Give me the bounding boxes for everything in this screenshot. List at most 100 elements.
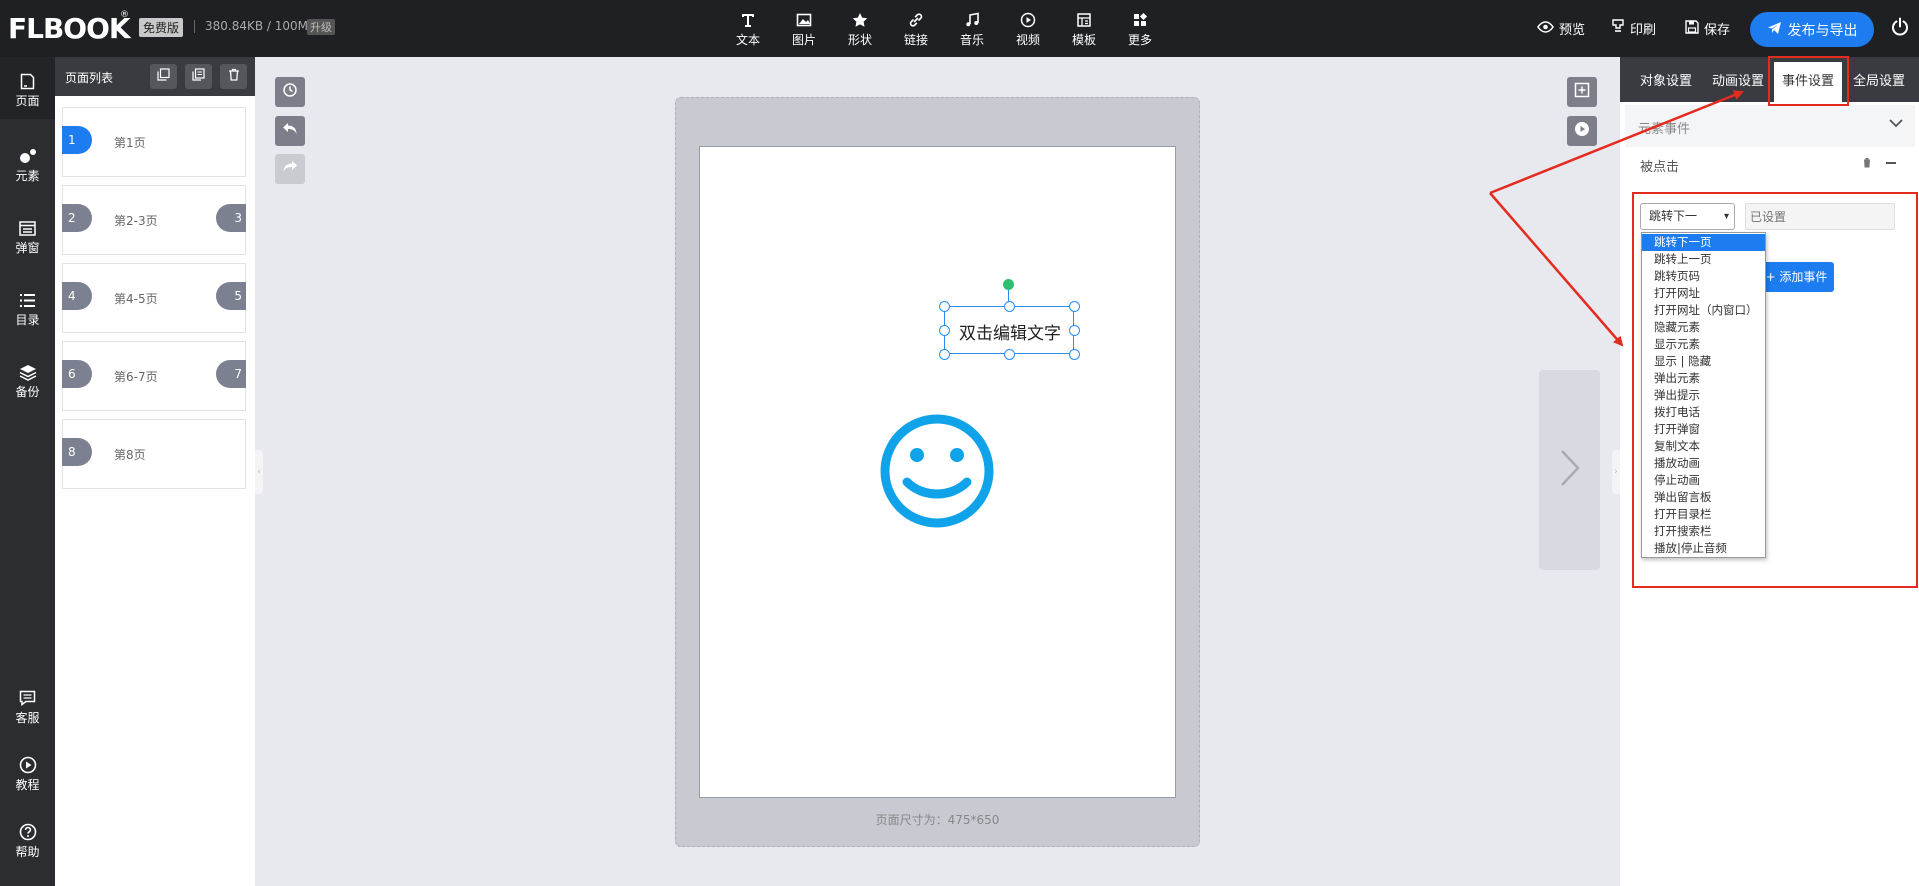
paste-page-button[interactable]	[185, 64, 212, 89]
power-icon[interactable]	[1890, 17, 1910, 41]
resize-handle-top[interactable]	[1004, 301, 1015, 312]
smiley-face-element[interactable]	[879, 413, 995, 529]
add-page-icon	[1574, 82, 1590, 102]
chevron-right-icon	[1560, 449, 1580, 491]
resize-handle-right[interactable]	[1069, 325, 1080, 336]
annotation-box-event-tab	[1768, 56, 1849, 106]
redo-icon	[282, 160, 298, 178]
page-card-4-5[interactable]: 4 第4-5页 5	[62, 263, 246, 333]
save-label: 保存	[1704, 23, 1731, 38]
collapse-left-panel-handle[interactable]: ‹	[255, 450, 263, 494]
nav-item-help[interactable]: 帮助	[0, 821, 55, 860]
tool-label: 更多	[1127, 33, 1152, 47]
undo-icon	[282, 122, 298, 140]
page-number-left: 1	[62, 126, 92, 154]
document-copy-icon	[192, 68, 205, 85]
nav-item-popup[interactable]: 弹窗	[0, 217, 55, 256]
resize-handle-bottom-left[interactable]	[939, 349, 950, 360]
tool-label: 音乐	[959, 33, 984, 47]
tool-more-button[interactable]: 更多	[1112, 10, 1168, 48]
list-icon	[0, 289, 55, 311]
page-card-label: 第6-7页	[114, 370, 158, 384]
save-button[interactable]: 保存	[1685, 19, 1730, 38]
tool-link-button[interactable]: 链接	[888, 10, 944, 48]
rotate-handle[interactable]	[1003, 279, 1014, 290]
nav-label: 客服	[15, 711, 40, 725]
tab-object-settings[interactable]: 对象设置	[1640, 70, 1692, 89]
tool-label: 链接	[903, 33, 928, 47]
resize-handle-top-right[interactable]	[1069, 301, 1080, 312]
text-icon	[720, 10, 776, 30]
page-card-1[interactable]: 1 第1页	[62, 107, 246, 177]
preview-button[interactable]: 预览	[1537, 19, 1585, 38]
tool-image-button[interactable]: 图片	[776, 10, 832, 48]
chevron-down-icon[interactable]	[1889, 117, 1903, 132]
top-bar: FLBOOK ® 免费版 380.84KB / 100M 升级 文本 图片 形状…	[0, 0, 1919, 57]
nav-label: 帮助	[15, 845, 40, 859]
tool-template-button[interactable]: 模板	[1056, 10, 1112, 48]
print-button[interactable]: 印刷	[1611, 19, 1656, 38]
tool-music-button[interactable]: 音乐	[944, 10, 1000, 48]
nav-item-elements[interactable]: 元素	[0, 145, 55, 184]
delete-event-icon[interactable]	[1862, 157, 1872, 172]
tool-label: 视频	[1015, 33, 1040, 47]
history-button[interactable]	[275, 77, 305, 107]
nav-item-contents[interactable]: 目录	[0, 289, 55, 328]
nav-item-page[interactable]: 页面	[0, 57, 55, 119]
storage-usage: 380.84KB / 100M	[205, 19, 309, 33]
collapse-right-panel-handle[interactable]: ›	[1612, 450, 1620, 494]
event-trigger-label: 被点击	[1640, 160, 1680, 175]
tool-label: 模板	[1071, 33, 1096, 47]
copy-icon	[157, 68, 170, 85]
tool-label: 图片	[791, 33, 816, 47]
nav-label: 页面	[15, 94, 40, 108]
left-nav: 页面 元素 弹窗 目录 备份 客服 教程 帮助	[0, 57, 55, 886]
page-card-label: 第1页	[114, 136, 146, 150]
tool-video-button[interactable]: 视频	[1000, 10, 1056, 48]
delete-page-button[interactable]	[220, 64, 247, 89]
resize-handle-bottom-right[interactable]	[1069, 349, 1080, 360]
resize-handle-left[interactable]	[939, 325, 950, 336]
page-card-6-7[interactable]: 6 第6-7页 7	[62, 341, 246, 411]
publish-export-button[interactable]: 发布与导出	[1750, 12, 1874, 47]
tab-animation-settings[interactable]: 动画设置	[1712, 70, 1764, 89]
redo-button[interactable]	[275, 154, 305, 184]
undo-button[interactable]	[275, 116, 305, 146]
tab-global-settings[interactable]: 全局设置	[1853, 70, 1905, 89]
page-icon	[0, 70, 55, 92]
app-logo[interactable]: FLBOOK	[8, 12, 131, 45]
resize-handle-bottom[interactable]	[1004, 349, 1015, 360]
tool-text-button[interactable]: 文本	[720, 10, 776, 48]
copy-page-button[interactable]	[150, 64, 177, 89]
page-card-8[interactable]: 8 第8页	[62, 419, 246, 489]
history-icon	[282, 82, 298, 102]
resize-handle-top-left[interactable]	[939, 301, 950, 312]
edition-badge: 免费版	[139, 18, 184, 37]
page-size-label: 页面尺寸为：475*650	[875, 813, 1000, 827]
nav-item-backup[interactable]: 备份	[0, 361, 55, 400]
annotation-box-event-panel	[1632, 192, 1918, 588]
play-circle-icon	[1574, 121, 1590, 141]
nav-item-tutorial[interactable]: 教程	[0, 754, 55, 793]
nav-item-support[interactable]: 客服	[0, 687, 55, 726]
send-icon	[1767, 21, 1782, 39]
collapse-event-icon[interactable]	[1886, 162, 1896, 164]
next-page-button[interactable]	[1539, 370, 1600, 570]
template-icon	[1056, 10, 1112, 30]
link-icon	[888, 10, 944, 30]
image-icon	[776, 10, 832, 30]
page-card-2-3[interactable]: 2 第2-3页 3	[62, 185, 246, 255]
text-element-content[interactable]: 双击编辑文字	[945, 307, 1075, 355]
add-page-button[interactable]	[1567, 77, 1597, 107]
upgrade-link[interactable]: 升级	[307, 19, 335, 35]
page-number-left: 4	[62, 282, 92, 310]
page-list-header: 页面列表	[55, 57, 255, 96]
play-preview-button[interactable]	[1567, 116, 1597, 146]
section-title: 元素事件	[1638, 122, 1691, 137]
page-card-label: 第4-5页	[114, 292, 158, 306]
text-element[interactable]: 双击编辑文字	[939, 301, 1080, 360]
tool-shape-button[interactable]: 形状	[832, 10, 888, 48]
nav-label: 弹窗	[15, 241, 40, 255]
play-icon	[0, 754, 55, 776]
element-events-header[interactable]: 元素事件	[1625, 105, 1915, 147]
